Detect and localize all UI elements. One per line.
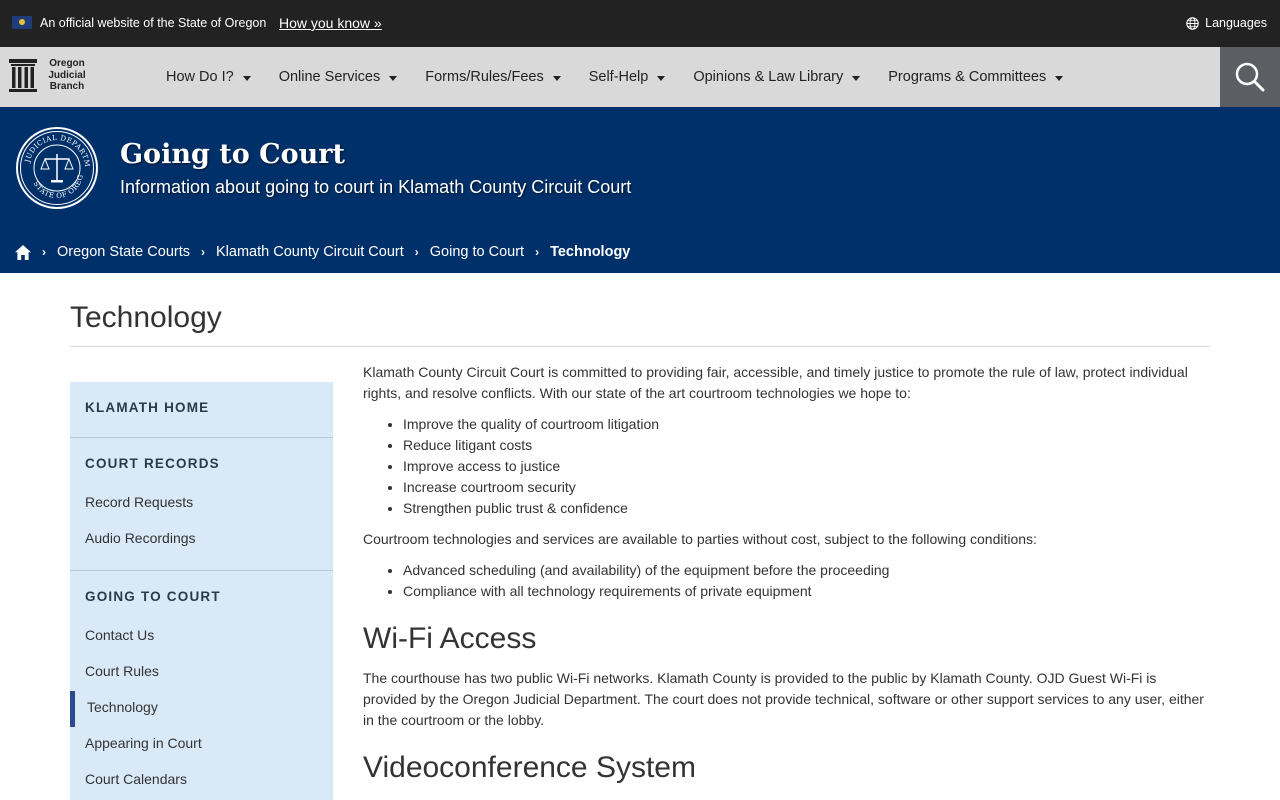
wifi-paragraph: The courthouse has two public Wi-Fi netw…: [363, 670, 1204, 728]
logo-line: Oregon: [49, 58, 85, 69]
breadcrumb-klamath-county-circuit-court[interactable]: Klamath County Circuit Court: [216, 244, 404, 260]
globe-icon: [1186, 16, 1199, 30]
sidebar-item-record-requests[interactable]: Record Requests: [70, 486, 333, 522]
languages-button[interactable]: Languages: [1186, 16, 1267, 30]
nav-label: Self-Help: [588, 69, 649, 85]
nav-self-help[interactable]: Self-Help: [589, 69, 666, 85]
caret-down-icon: [242, 75, 251, 81]
sidebar-item-technology[interactable]: Technology: [70, 691, 333, 727]
nav-label: Forms/Rules/Fees: [425, 69, 544, 85]
list-item: Reduce litigant costs: [403, 435, 1213, 456]
sidebar-item-appearing-in-court[interactable]: Appearing in Court: [70, 727, 333, 763]
sidebar-heading-court-records[interactable]: COURT RECORDS: [70, 438, 333, 486]
sidebar-heading-going-to-court[interactable]: GOING TO COURT: [70, 571, 333, 619]
logo-line: Judicial: [48, 69, 86, 81]
sidebar-item-court-calendars[interactable]: Court Calendars: [70, 763, 333, 799]
sidebar-section-home: KLAMATH HOME: [70, 382, 333, 438]
conditions-paragraph: Courtroom technologies and services are …: [363, 531, 1037, 547]
nav-label: Opinions & Law Library: [693, 69, 844, 85]
official-banner: An official website of the State of Oreg…: [0, 0, 1280, 47]
caret-down-icon: [852, 75, 861, 81]
page-title: Technology: [70, 301, 222, 334]
breadcrumb: › Oregon State Courts › Klamath County C…: [15, 244, 630, 260]
caret-down-icon: [389, 75, 398, 81]
list-item: Advanced scheduling (and availability) o…: [403, 560, 1213, 581]
caret-down-icon: [657, 75, 666, 81]
breadcrumb-oregon-state-courts[interactable]: Oregon State Courts: [57, 244, 190, 260]
nav-label: How Do I?: [166, 69, 234, 85]
page-hero: JUDICIAL DEPARTMENT STATE OF OREGON Goin…: [0, 107, 1280, 273]
main-content: Klamath County Circuit Court is committe…: [363, 362, 1213, 797]
search-icon: [1235, 62, 1265, 92]
home-icon[interactable]: [15, 244, 31, 260]
title-divider: [70, 346, 1210, 347]
how-you-know-link[interactable]: How you know »: [279, 15, 382, 31]
search-button[interactable]: [1220, 47, 1280, 107]
list-item: Strengthen public trust & confidence: [403, 498, 1213, 519]
hero-title: Going to Court: [120, 139, 345, 170]
chevron-right-icon: ›: [414, 245, 419, 259]
hero-subtitle: Information about going to court in Klam…: [120, 177, 632, 197]
logo-line: Branch: [49, 81, 85, 92]
chevron-right-icon: ›: [201, 245, 205, 259]
list-item: Increase courtroom security: [403, 477, 1213, 498]
videoconference-heading: Videoconference System: [363, 751, 696, 784]
nav-menu: How Do I? Online Services Forms/Rules/Fe…: [166, 47, 1091, 107]
caret-down-icon: [1055, 75, 1064, 81]
main-navbar: Oregon Judicial Branch How Do I? Online …: [0, 47, 1280, 107]
breadcrumb-current: Technology: [550, 244, 631, 260]
intro-paragraph: Klamath County Circuit Court is committe…: [363, 364, 1188, 401]
sidebar: KLAMATH HOME COURT RECORDS Record Reques…: [70, 382, 333, 800]
conditions-list: Advanced scheduling (and availability) o…: [403, 560, 1213, 602]
breadcrumb-going-to-court[interactable]: Going to Court: [430, 244, 524, 260]
official-website-text: An official website of the State of Oreg…: [40, 16, 267, 30]
logo-text: Oregon Judicial Branch: [44, 58, 90, 93]
nav-label: Programs & Committees: [888, 69, 1047, 85]
nav-forms-rules-fees[interactable]: Forms/Rules/Fees: [425, 69, 561, 85]
caret-down-icon: [552, 75, 561, 81]
list-item: Compliance with all technology requireme…: [403, 581, 1213, 602]
sidebar-item-audio-recordings[interactable]: Audio Recordings: [70, 522, 333, 558]
nav-how-do-i[interactable]: How Do I?: [166, 69, 251, 85]
judicial-seal-icon: JUDICIAL DEPARTMENT STATE OF OREGON: [15, 126, 98, 209]
chevron-right-icon: ›: [42, 245, 46, 259]
ojd-logo[interactable]: Oregon Judicial Branch: [9, 58, 93, 98]
nav-online-services[interactable]: Online Services: [279, 69, 398, 85]
list-item: Improve the quality of courtroom litigat…: [403, 414, 1213, 435]
goals-list: Improve the quality of courtroom litigat…: [403, 414, 1213, 519]
sidebar-item-court-rules[interactable]: Court Rules: [70, 655, 333, 691]
languages-label: Languages: [1205, 16, 1267, 30]
list-item: Improve access to justice: [403, 456, 1213, 477]
sidebar-klamath-home[interactable]: KLAMATH HOME: [70, 382, 333, 437]
nav-label: Online Services: [278, 69, 381, 85]
nav-programs-committees[interactable]: Programs & Committees: [888, 69, 1064, 85]
nav-opinions-law-library[interactable]: Opinions & Law Library: [693, 69, 861, 85]
wifi-heading: Wi-Fi Access: [363, 622, 537, 655]
sidebar-section-court-records: COURT RECORDS Record Requests Audio Reco…: [70, 438, 333, 571]
courthouse-pillar-icon: [9, 59, 37, 92]
sidebar-section-going-to-court: GOING TO COURT Contact Us Court Rules Te…: [70, 571, 333, 799]
oregon-flag-icon: [12, 16, 32, 29]
sidebar-item-contact-us[interactable]: Contact Us: [70, 619, 333, 655]
chevron-right-icon: ›: [535, 245, 540, 259]
